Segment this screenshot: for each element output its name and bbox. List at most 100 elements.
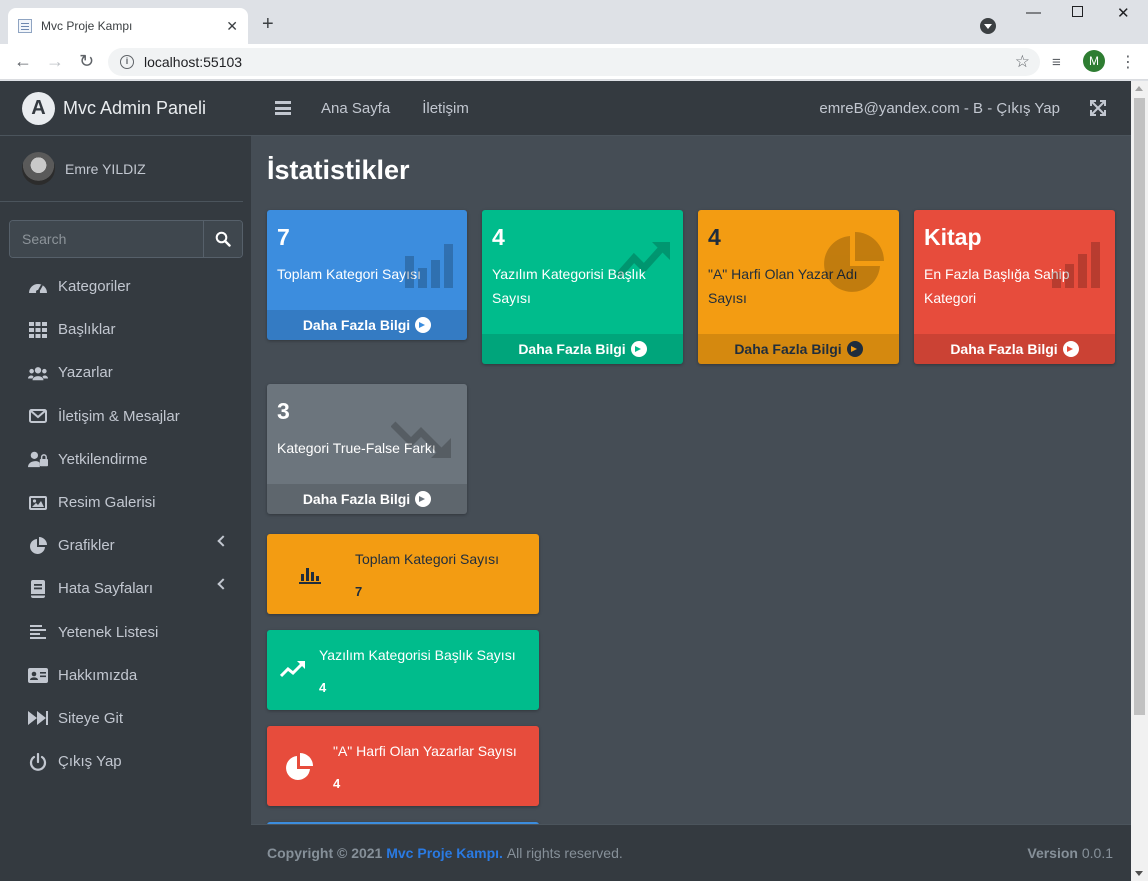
more-info-label: Daha Fazla Bilgi [302, 491, 411, 507]
info-box-value: 4 [319, 680, 327, 695]
stat-value: Kitap [924, 224, 982, 250]
user-lock-icon [28, 450, 48, 468]
scroll-up-icon[interactable] [1135, 86, 1143, 91]
trend-down-icon [391, 421, 451, 458]
stat-box-total-categories: 7 Toplam Kategori Sayısı Daha Fazla Bilg… [267, 210, 467, 340]
more-info-link[interactable]: Daha Fazla Bilgi [698, 334, 899, 364]
copyright-text: Copyright © 2021 [267, 845, 383, 861]
id-card-icon [28, 667, 48, 683]
more-info-link[interactable]: Daha Fazla Bilgi [914, 334, 1115, 364]
more-info-label: Daha Fazla Bilgi [518, 341, 626, 357]
sidebar-item-grafikler[interactable]: Grafikler [0, 524, 251, 567]
brand-link[interactable]: A Mvc Admin Paneli [0, 81, 251, 136]
stat-box-true-false-diff: 3 Kategori True-False Farkı Daha Fazla B… [267, 384, 467, 514]
stat-value: 4 [708, 224, 721, 250]
trend-up-icon [280, 661, 305, 678]
brand-text: Mvc Admin Paneli [63, 97, 207, 118]
media-control-icon[interactable]: ≡ [1052, 54, 1061, 71]
info-box-a-authors: "A" Harfi Olan Yazarlar Sayısı 4 [267, 726, 539, 806]
maximize-icon[interactable] [1072, 6, 1083, 17]
sidebar-item-label: Resim Galerisi [58, 494, 156, 512]
stat-value: 7 [277, 224, 290, 250]
user-logout-link[interactable]: emreB@yandex.com - B - Çıkış Yap [819, 100, 1060, 117]
sidebar-item-hata-sayfalari[interactable]: Hata Sayfaları [0, 567, 251, 610]
more-info-label: Daha Fazla Bilgi [950, 341, 1058, 357]
sidebar-item-siteye-git[interactable]: Siteye Git [0, 697, 251, 740]
sidebar-item-yazarlar[interactable]: Yazarlar [0, 351, 251, 394]
sidebar-item-label: Yetkilendirme [58, 450, 148, 468]
window-close-icon[interactable]: ✕ [1117, 4, 1130, 22]
sidebar-menu: Kategoriler Başlıklar Yazarlar İletişim … [0, 265, 251, 783]
arrow-circle-right-icon [630, 341, 647, 357]
fast-forward-icon [28, 711, 48, 726]
sidebar-item-label: Yazarlar [58, 364, 113, 382]
sidebar-item-yetenek-listesi[interactable]: Yetenek Listesi [0, 611, 251, 654]
stat-box-a-authors: 4 "A" Harfi Olan Yazar Adı Sayısı Daha F… [698, 210, 899, 364]
scroll-down-icon[interactable] [1135, 871, 1143, 876]
sidebar-item-kategoriler[interactable]: Kategoriler [0, 265, 251, 308]
arrow-circle-right-icon [415, 317, 432, 333]
main-content: İstatistikler 7 Toplam Kategori Sayısı D… [251, 137, 1131, 824]
profile-avatar[interactable]: M [1083, 50, 1105, 72]
avatar [22, 152, 55, 185]
tab-search-icon[interactable] [980, 18, 996, 34]
page-favicon-icon [18, 19, 32, 33]
chevron-left-icon [217, 578, 229, 590]
stat-box-top-category: Kitap En Fazla Başlığa Sahip Kategori Da… [914, 210, 1115, 364]
user-panel[interactable]: Emre YILDIZ [0, 136, 243, 202]
back-icon[interactable]: ← [14, 50, 32, 72]
browser-tabbar: Mvc Proje Kampı ✕ + — ✕ [0, 0, 1148, 44]
search-input[interactable] [10, 221, 203, 257]
page-scrollbar[interactable] [1131, 81, 1148, 881]
browser-tab[interactable]: Mvc Proje Kampı ✕ [8, 8, 248, 44]
image-icon [28, 495, 48, 510]
minimize-icon[interactable]: — [1026, 4, 1041, 21]
browser-menu-icon[interactable]: ⋮ [1120, 52, 1136, 72]
sidebar-item-iletisim-mesajlar[interactable]: İletişim & Mesajlar [0, 395, 251, 438]
version-info: Version 0.0.1 [1027, 845, 1113, 861]
address-bar[interactable]: i localhost:55103 ☆ [108, 48, 1040, 76]
nav-link-home[interactable]: Ana Sayfa [321, 100, 390, 117]
top-navbar: Ana Sayfa İletişim emreB@yandex.com - B … [251, 81, 1131, 136]
page-footer: Copyright © 2021 Mvc Proje Kampı. All ri… [251, 824, 1131, 881]
new-tab-icon[interactable]: + [262, 14, 274, 34]
grid-icon [28, 321, 48, 338]
browser-toolbar: ← → ↻ i localhost:55103 ☆ ≡ [0, 44, 1148, 80]
more-info-link[interactable]: Daha Fazla Bilgi [267, 310, 467, 340]
hamburger-menu-icon[interactable] [275, 101, 291, 115]
site-info-icon[interactable]: i [120, 55, 134, 69]
sidebar-item-label: Kategoriler [58, 278, 131, 296]
sidebar-item-hakkimizda[interactable]: Hakkımızda [0, 654, 251, 697]
user-name[interactable]: Emre YILDIZ [65, 161, 146, 177]
more-info-link[interactable]: Daha Fazla Bilgi [267, 484, 467, 514]
sidebar-item-yetkilendirme[interactable]: Yetkilendirme [0, 438, 251, 481]
bar-chart-icon [299, 568, 321, 584]
book-icon [28, 579, 48, 598]
list-icon [28, 624, 48, 640]
info-box-software-titles: Yazılım Kategorisi Başlık Sayısı 4 [267, 630, 539, 710]
users-icon [28, 365, 48, 381]
stat-box-software-titles: 4 Yazılım Kategorisi Başlık Sayısı Daha … [482, 210, 683, 364]
more-info-link[interactable]: Daha Fazla Bilgi [482, 334, 683, 364]
tab-close-icon[interactable]: ✕ [226, 18, 238, 35]
sidebar-item-resim-galerisi[interactable]: Resim Galerisi [0, 481, 251, 524]
tachometer-icon [28, 278, 48, 296]
reload-icon[interactable]: ↻ [79, 50, 94, 72]
sidebar: A Mvc Admin Paneli Emre YILDIZ Kategoril… [0, 81, 251, 881]
stat-value: 4 [492, 224, 505, 250]
sidebar-item-basliklar[interactable]: Başlıklar [0, 308, 251, 351]
version-label: Version [1027, 845, 1078, 861]
brand-logo-icon: A [22, 91, 55, 125]
scrollbar-thumb[interactable] [1134, 98, 1145, 715]
forward-icon[interactable]: → [46, 50, 64, 72]
footer-brand-link[interactable]: Mvc Proje Kampı. [386, 845, 503, 861]
search-button[interactable] [203, 221, 242, 257]
sidebar-search [9, 220, 243, 258]
sidebar-item-label: Hakkımızda [58, 666, 138, 684]
arrow-circle-right-icon [846, 341, 863, 357]
page-title: İstatistikler [267, 155, 410, 185]
bookmark-star-icon[interactable]: ☆ [1015, 52, 1030, 72]
fullscreen-icon[interactable] [1090, 100, 1106, 116]
nav-link-contact[interactable]: İletişim [422, 100, 469, 117]
sidebar-item-cikis-yap[interactable]: Çıkış Yap [0, 740, 251, 783]
